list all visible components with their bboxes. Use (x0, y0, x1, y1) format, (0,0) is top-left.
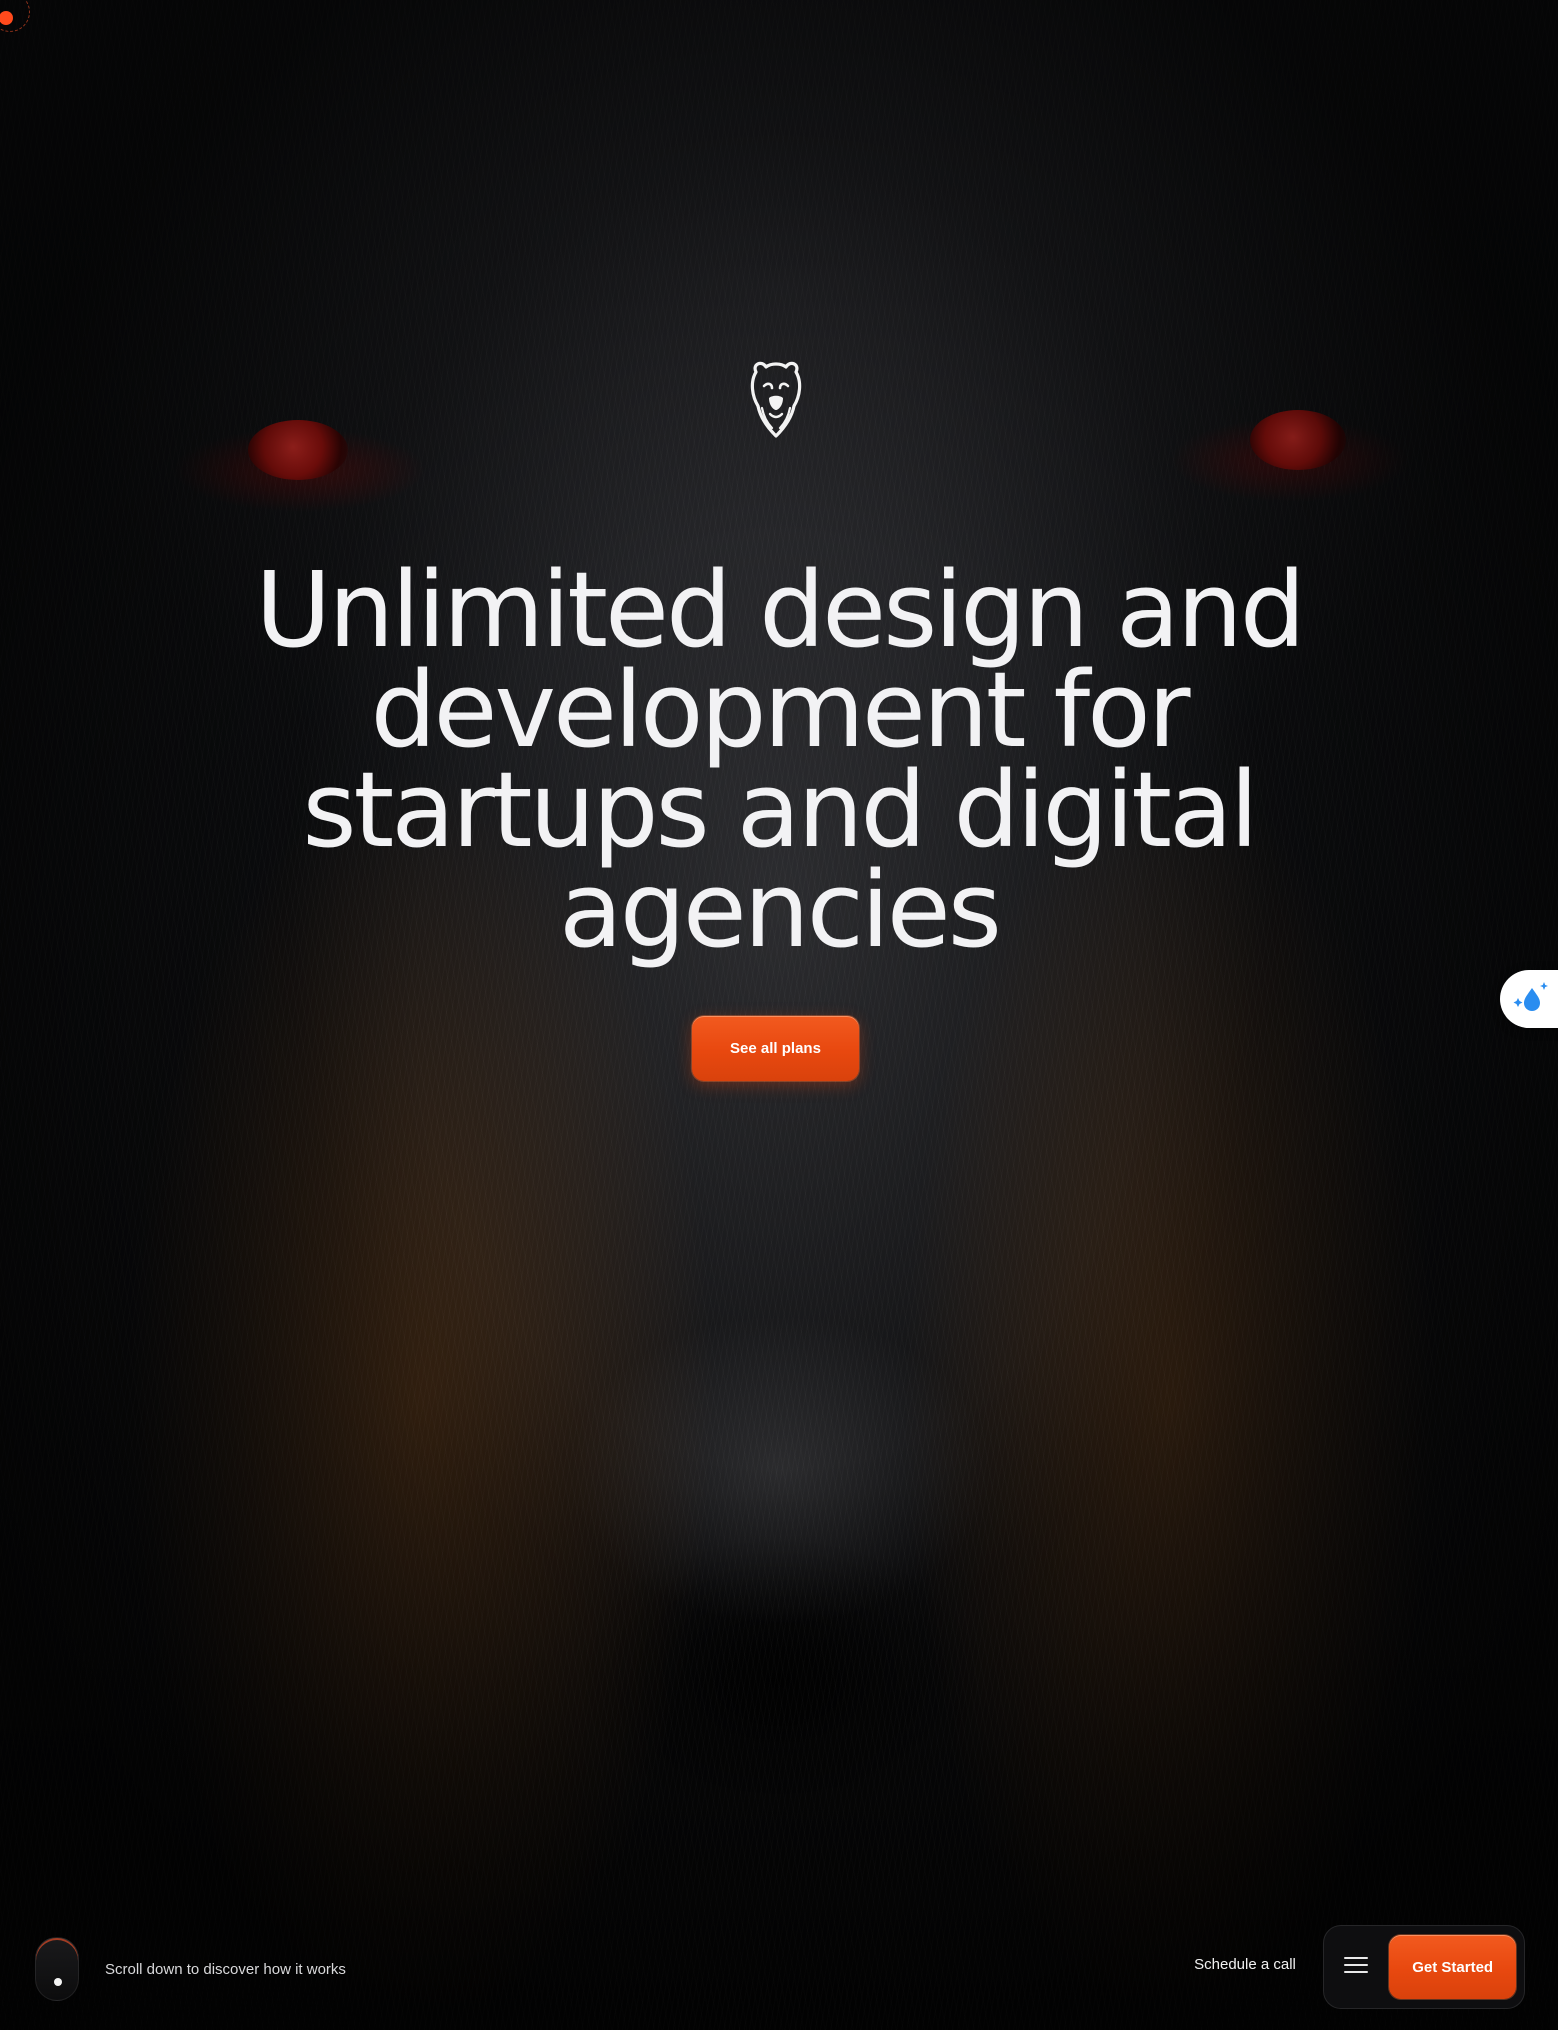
hero-headline: Unlimited design and development for sta… (255, 549, 1306, 971)
bear-logo-icon[interactable] (744, 358, 808, 440)
bear-right-eye (1250, 410, 1346, 470)
scroll-hint-text: Scroll down to discover how it works (105, 1960, 346, 1978)
bottom-action-bar: Get Started (1323, 1925, 1525, 2009)
side-widget-tab[interactable] (1500, 970, 1558, 1028)
droplet-sparkle-icon (1510, 976, 1552, 1023)
bear-left-eye (248, 420, 348, 480)
hamburger-menu-icon (1343, 1956, 1368, 1979)
see-all-plans-button[interactable]: See all plans (692, 1016, 859, 1081)
get-started-button[interactable]: Get Started (1389, 1935, 1516, 1999)
schedule-call-link[interactable]: Schedule a call (1180, 1956, 1310, 1973)
menu-button[interactable] (1324, 1935, 1387, 1999)
cursor-dot-icon (0, 0, 30, 32)
hero-page: Unlimited design and development for sta… (0, 0, 1558, 2030)
background-fur-texture (0, 0, 1558, 2030)
scroll-hint: Scroll down to discover how it works (35, 1937, 346, 2001)
background-vignette (0, 0, 1558, 2030)
mouse-scroll-icon (35, 1937, 79, 2001)
